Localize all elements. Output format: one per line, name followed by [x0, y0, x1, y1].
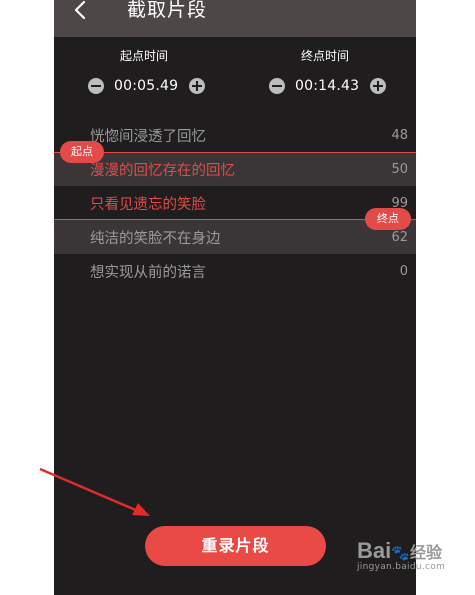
page-title: 截取片段 [127, 0, 208, 21]
lyric-line[interactable]: 纯洁的笑脸不在身边 62 [54, 220, 416, 254]
lyric-line[interactable]: 漫漫的回忆存在的回忆 50 [54, 152, 416, 186]
start-time-control: 00:05.49 [88, 75, 206, 97]
lyric-text: 只看见遗忘的笑脸 [90, 196, 206, 213]
end-increase-icon[interactable] [370, 78, 387, 94]
end-time-value: 00:14.43 [295, 78, 360, 94]
lyric-count: 62 [391, 229, 408, 245]
end-marker-tag[interactable]: 终点 [365, 208, 411, 230]
end-time-label: 终点时间 [301, 49, 350, 63]
start-decrease-icon[interactable] [88, 78, 104, 94]
lyric-line[interactable]: 恍惚间浸透了回忆 48 [54, 118, 416, 152]
start-marker-line [54, 152, 416, 153]
watermark-brand-cn: 经验 [409, 545, 442, 562]
start-marker-tag[interactable]: 起点 [60, 141, 104, 163]
record-segment-button[interactable]: 重录片段 [145, 526, 326, 566]
end-time-control: 00:14.43 [269, 75, 387, 97]
start-increase-icon[interactable] [189, 78, 206, 94]
lyric-text: 纯洁的笑脸不在身边 [90, 230, 221, 247]
lyric-line[interactable]: 只看见遗忘的笑脸 99 [54, 186, 416, 220]
lyric-count: 0 [399, 263, 408, 279]
lyric-text: 漫漫的回忆存在的回忆 [90, 162, 235, 179]
pointer-arrow-icon [39, 467, 150, 516]
lyric-count: 48 [391, 127, 408, 143]
lyric-line[interactable]: 想实现从前的诺言 0 [54, 254, 416, 288]
watermark-url: jingyan.baidu.com [357, 562, 446, 572]
watermark-brand: Bai [357, 538, 392, 563]
start-time-label: 起点时间 [120, 49, 169, 63]
lyric-text: 恍惚间浸透了回忆 [90, 128, 206, 145]
header-bar: 截取片段 [54, 0, 416, 37]
end-marker-line [54, 219, 416, 220]
lyric-count: 50 [391, 161, 408, 177]
end-decrease-icon[interactable] [269, 78, 285, 94]
paw-icon: 🐾 [391, 545, 410, 562]
lyric-text: 想实现从前的诺言 [90, 264, 206, 281]
start-time-value: 00:05.49 [114, 78, 179, 94]
watermark: Bai🐾经验 jingyan.baidu.com [357, 538, 445, 572]
back-arrow-icon[interactable] [72, 0, 92, 22]
